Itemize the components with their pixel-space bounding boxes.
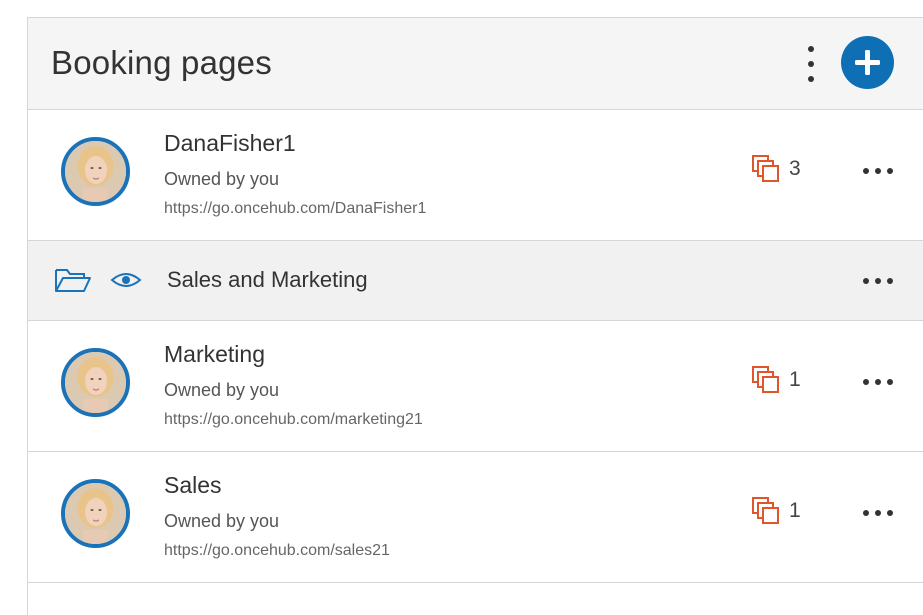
booking-page-url: https://go.oncehub.com/DanaFisher1	[164, 200, 427, 217]
more-horizontal-icon[interactable]	[863, 509, 893, 517]
event-count-value: 1	[789, 499, 801, 522]
avatar	[61, 348, 130, 417]
event-count-value: 1	[789, 368, 801, 391]
booking-page-url: https://go.oncehub.com/marketing21	[164, 411, 423, 428]
booking-page-row[interactable]: Sales Owned by you https://go.oncehub.co…	[28, 452, 923, 583]
booking-page-url: https://go.oncehub.com/sales21	[164, 542, 390, 559]
more-horizontal-icon[interactable]	[863, 378, 893, 386]
copy-pages-icon	[752, 366, 779, 393]
panel-header: Booking pages	[28, 18, 923, 110]
folder-row[interactable]: Sales and Marketing	[28, 241, 923, 321]
eye-icon[interactable]	[110, 270, 142, 290]
avatar	[61, 137, 130, 206]
booking-page-row[interactable]: DanaFisher1 Owned by you https://go.once…	[28, 110, 923, 241]
booking-page-name[interactable]: Marketing	[164, 341, 265, 368]
folder-name[interactable]: Sales and Marketing	[167, 267, 368, 293]
more-horizontal-icon[interactable]	[863, 277, 893, 285]
event-count: 1	[751, 365, 801, 395]
booking-page-owner: Owned by you	[164, 169, 280, 189]
event-count: 1	[751, 496, 801, 526]
event-count-value: 3	[789, 157, 801, 180]
avatar	[61, 479, 130, 548]
copy-pages-icon	[752, 155, 779, 182]
add-booking-page-button[interactable]	[841, 36, 894, 89]
kebab-icon[interactable]	[801, 46, 821, 82]
page-title: Booking pages	[51, 44, 272, 81]
copy-pages-icon	[752, 497, 779, 524]
booking-page-row[interactable]: Marketing Owned by you https://go.oncehu…	[28, 321, 923, 452]
booking-pages-panel: Booking pages DanaFisher1 Owned by you h…	[27, 17, 923, 615]
more-horizontal-icon[interactable]	[863, 167, 893, 175]
booking-page-name[interactable]: DanaFisher1	[164, 130, 296, 157]
event-count: 3	[751, 154, 801, 184]
folder-open-icon[interactable]	[54, 266, 92, 294]
booking-page-name[interactable]: Sales	[164, 472, 222, 499]
booking-page-owner: Owned by you	[164, 511, 280, 531]
booking-page-owner: Owned by you	[164, 380, 280, 400]
plus-icon	[855, 50, 880, 75]
